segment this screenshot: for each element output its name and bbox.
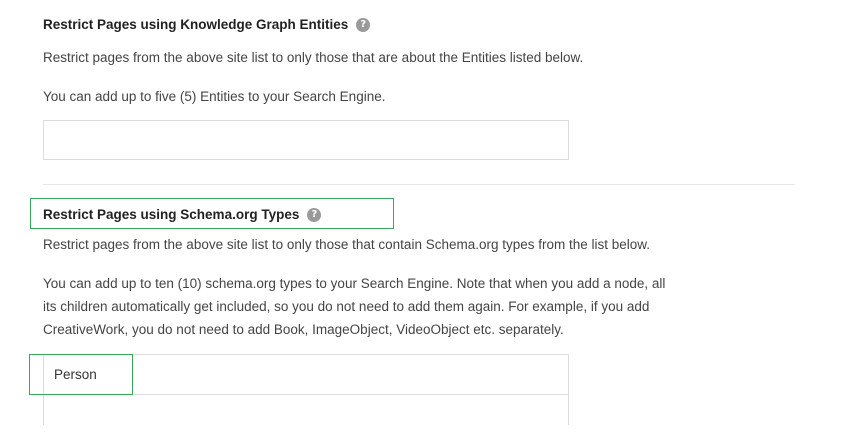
schema-types-note-line-2: its children automatically get included,… <box>43 299 650 314</box>
kg-entities-description: Restrict pages from the above site list … <box>43 50 584 65</box>
kg-entities-limit-note: You can add up to five (5) Entities to y… <box>43 89 386 104</box>
help-icon[interactable]: ? <box>307 207 322 222</box>
kg-entities-heading: Restrict Pages using Knowledge Graph Ent… <box>43 17 371 32</box>
help-icon[interactable]: ? <box>356 17 371 32</box>
schema-types-note-line-3: CreativeWork, you do not need to add Boo… <box>43 322 564 337</box>
kg-entities-title: Restrict Pages using Knowledge Graph Ent… <box>43 17 349 32</box>
kg-entities-section: Restrict Pages using Knowledge Graph Ent… <box>43 16 803 34</box>
schema-types-description: Restrict pages from the above site list … <box>43 237 651 252</box>
schema-types-title: Restrict Pages using Schema.org Types <box>43 207 300 222</box>
kg-entities-input[interactable] <box>43 120 569 160</box>
schema-types-note-line-1: You can add up to ten (10) schema.org ty… <box>43 276 666 291</box>
schema-types-section: Restrict Pages using Schema.org Types ? <box>43 206 803 224</box>
selected-type-person[interactable]: Person <box>54 367 97 382</box>
section-divider <box>43 184 795 185</box>
schema-types-heading: Restrict Pages using Schema.org Types ? <box>43 207 322 222</box>
